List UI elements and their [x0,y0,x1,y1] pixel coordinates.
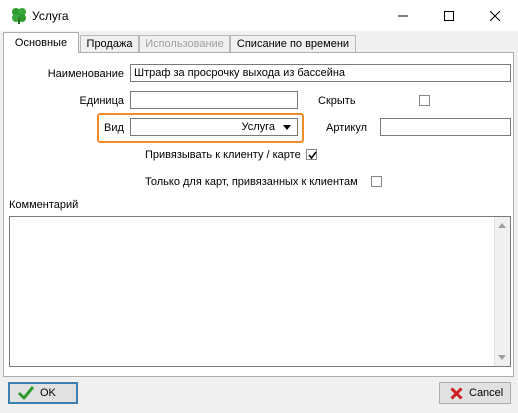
bind-client-checkbox[interactable] [306,149,317,160]
tab-time-writeoff[interactable]: Списание по времени [230,35,356,52]
comment-label: Комментарий [9,199,79,211]
only-cards-label: Только для карт, привязанных к клиентам [145,176,358,188]
hide-checkbox[interactable] [419,95,430,106]
title-bar: Услуга [0,0,518,31]
cancel-button[interactable]: Cancel [439,382,511,404]
article-label: Артикул [326,122,368,134]
name-field[interactable]: Штраф за просрочку выхода из бассейна [130,64,511,82]
ok-button-label: OK [40,387,56,399]
minimize-icon [398,15,408,16]
hide-label: Скрыть [318,95,356,107]
only-cards-checkbox[interactable] [371,176,382,187]
scroll-down-icon[interactable] [498,355,506,360]
comment-textarea[interactable] [9,216,511,367]
window-title: Услуга [32,9,69,23]
tab-sales[interactable]: Продажа [80,35,139,52]
clover-icon [10,6,28,24]
bind-client-label: Привязывать к клиенту / карте [145,149,301,161]
tab-strip: Основные Продажа Использование Списание … [0,31,518,53]
tab-usage: Использование [139,35,230,52]
comment-scrollbar[interactable] [494,217,510,366]
chevron-down-icon [283,125,291,130]
scroll-up-icon[interactable] [498,223,506,228]
checkmark-icon [308,151,317,160]
cross-icon [450,386,463,400]
maximize-button[interactable] [426,0,472,31]
maximize-icon [444,10,454,21]
unit-label: Единица [79,95,124,107]
type-select[interactable]: Услуга [130,118,298,136]
type-label: Вид [104,122,124,134]
article-field[interactable] [380,118,511,136]
unit-field[interactable] [130,91,298,109]
ok-button[interactable]: OK [8,382,78,404]
name-label: Наименование [47,68,124,80]
type-select-value: Услуга [241,121,275,133]
close-icon [490,10,500,21]
minimize-button[interactable] [380,0,426,31]
cancel-button-label: Cancel [469,387,504,399]
check-icon [18,386,34,400]
tab-main[interactable]: Основные [3,32,79,53]
close-button[interactable] [472,0,518,31]
